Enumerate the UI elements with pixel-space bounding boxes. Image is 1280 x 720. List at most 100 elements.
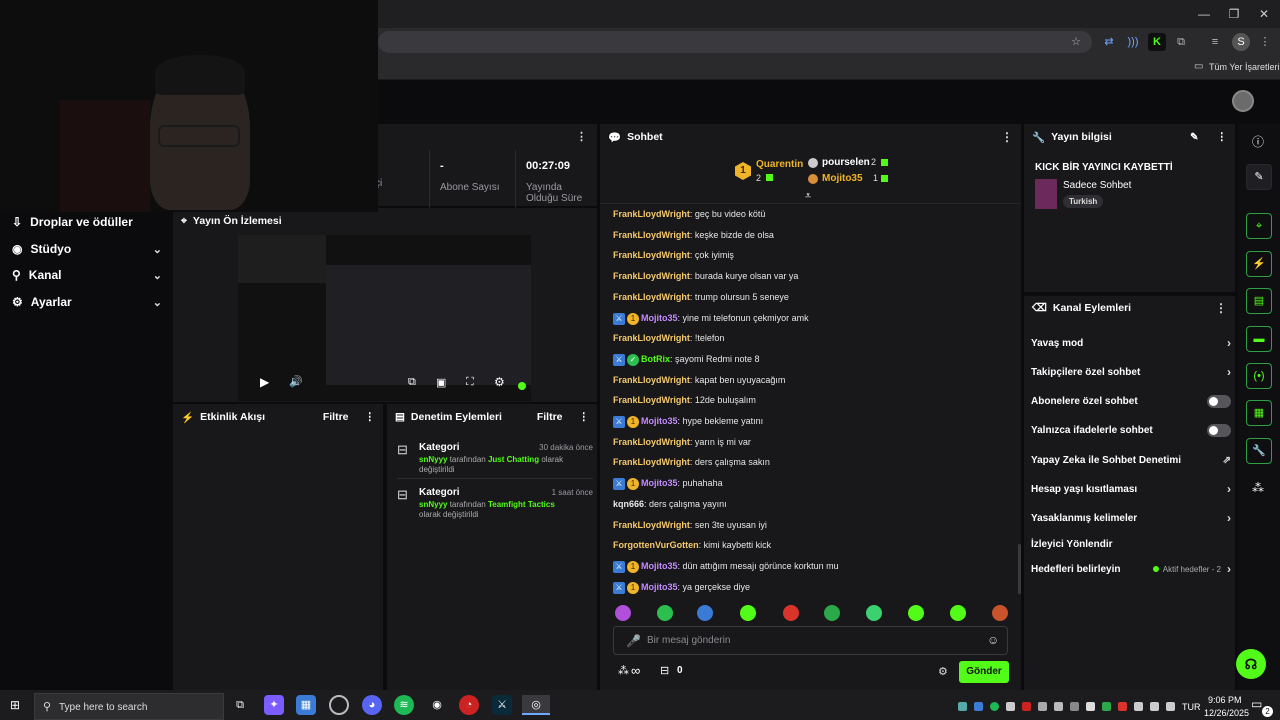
more-icon[interactable]: ⋮ xyxy=(1215,301,1227,315)
edit-rail-button[interactable]: ✎ xyxy=(1246,164,1272,190)
preview-video[interactable]: ▶ 🔊 ⧉ ▣ ⛶ ⚙ xyxy=(238,235,531,401)
raid-row[interactable]: İzleyici Yönlendir xyxy=(1031,535,1231,553)
activity-filter-button[interactable]: Filtre xyxy=(323,411,349,423)
network-icon[interactable] xyxy=(1150,702,1159,711)
event-user[interactable]: snNyyy xyxy=(419,455,447,464)
copilot-icon[interactable]: ✦ xyxy=(264,695,284,715)
chat-username[interactable]: FrankLloydWright xyxy=(613,520,690,530)
steam-icon[interactable] xyxy=(1070,702,1079,711)
tray-icon[interactable] xyxy=(1006,702,1015,711)
chat-username[interactable]: FrankLloydWright xyxy=(613,437,690,447)
send-button[interactable]: Gönder xyxy=(959,661,1009,683)
emote-icon[interactable] xyxy=(824,605,840,621)
emote-icon[interactable] xyxy=(740,605,756,621)
clip-icon[interactable]: ▣ xyxy=(436,376,446,389)
account-age-row[interactable]: Hesap yaşı kısıtlaması › xyxy=(1031,480,1231,498)
profile-avatar[interactable]: S xyxy=(1232,33,1250,51)
fullscreen-icon[interactable]: ⛶ xyxy=(466,376,474,389)
stream-category[interactable]: Sadece Sohbet xyxy=(1063,180,1131,191)
info-icon[interactable]: ⓘ xyxy=(1252,133,1264,150)
tray-icon[interactable] xyxy=(958,702,967,711)
translate-icon[interactable]: ⇄ xyxy=(1100,33,1118,51)
emotes-only-toggle[interactable] xyxy=(1207,423,1231,437)
chat-username[interactable]: BotRix xyxy=(641,354,670,364)
focus-rail-button[interactable]: ⌖ xyxy=(1246,213,1272,239)
nav-item-studio[interactable]: ◉ Stüdyo ⌄ xyxy=(12,239,162,259)
event-category[interactable]: Teamfight Tactics xyxy=(488,500,555,509)
spotify-icon[interactable]: ≋ xyxy=(394,695,414,715)
more-icon[interactable]: ⋮ xyxy=(365,411,376,423)
language-indicator[interactable]: TUR xyxy=(1182,702,1201,712)
emote-icon[interactable] xyxy=(950,605,966,621)
pip-icon[interactable]: ⧉ xyxy=(408,376,416,389)
more-icon[interactable]: ⋮ xyxy=(1217,131,1228,143)
category-thumbnail[interactable] xyxy=(1035,179,1057,209)
tray-icon[interactable] xyxy=(1054,702,1063,711)
help-chat-button[interactable]: ☊ xyxy=(1236,649,1266,679)
chat-username[interactable]: FrankLloydWright xyxy=(613,375,690,385)
emote-icon[interactable] xyxy=(866,605,882,621)
clock-time[interactable]: 9:06 PM xyxy=(1208,695,1242,705)
app-icon[interactable] xyxy=(329,695,349,715)
chat-username[interactable]: Mojito35 xyxy=(641,478,678,488)
taskbar-search[interactable]: ⚲ Type here to search xyxy=(34,693,224,720)
more-icon[interactable]: ⋮ xyxy=(576,130,587,143)
all-bookmarks-link[interactable]: Tüm Yer İşaretleri xyxy=(1209,62,1280,72)
app-icon[interactable]: ◔ xyxy=(459,695,479,715)
chat-scrollbar[interactable] xyxy=(1018,544,1021,594)
goals-row[interactable]: Hedefleri belirleyin Aktif hedefler - 2 … xyxy=(1031,560,1231,578)
chat-username[interactable]: FrankLloydWright xyxy=(613,395,690,405)
more-icon[interactable]: ⋮ xyxy=(579,411,590,423)
emote-icon[interactable] xyxy=(992,605,1008,621)
expand-leaderboard-icon[interactable]: ⩡ xyxy=(805,190,811,203)
store-app-icon[interactable]: ▦ xyxy=(296,695,316,715)
discord-icon[interactable]: ◕ xyxy=(362,695,382,715)
wrench-rail-button[interactable]: 🔧 xyxy=(1246,438,1272,464)
tray-icon[interactable] xyxy=(1102,702,1111,711)
more-icon[interactable]: ⋮ xyxy=(1001,130,1013,144)
minimize-icon[interactable]: — xyxy=(1196,6,1212,22)
tray-icon[interactable] xyxy=(1038,702,1047,711)
media-icon[interactable]: ≡ xyxy=(1206,33,1224,51)
points-icon[interactable]: ⁂ xyxy=(618,664,629,677)
chat-settings-icon[interactable]: ⚙ xyxy=(938,665,948,678)
volume-tray-icon[interactable] xyxy=(1166,702,1175,711)
chat-rail-button[interactable]: ▬ xyxy=(1246,326,1272,352)
points-rail-icon[interactable]: ⁂ xyxy=(1252,481,1264,495)
menu-icon[interactable]: ⋮ xyxy=(1256,33,1274,51)
emote-icon[interactable] xyxy=(908,605,924,621)
followers-only-row[interactable]: Takipçilere özel sohbet › xyxy=(1031,363,1231,381)
leader-name[interactable]: pourselen xyxy=(822,157,870,168)
store-icon[interactable]: ⊟ xyxy=(660,664,669,677)
mic-tray-icon[interactable] xyxy=(1086,702,1095,711)
emote-icon[interactable] xyxy=(697,605,713,621)
tray-icon[interactable] xyxy=(1022,702,1031,711)
moderation-filter-button[interactable]: Filtre xyxy=(537,411,563,423)
chat-username[interactable]: Mojito35 xyxy=(641,561,678,571)
chrome-icon[interactable]: ◎ xyxy=(522,695,550,715)
extensions-icon[interactable]: ⧉ xyxy=(1172,33,1190,51)
tray-icon[interactable] xyxy=(1134,702,1143,711)
emote-icon[interactable] xyxy=(657,605,673,621)
address-bar[interactable] xyxy=(378,31,1092,53)
kick-extension-icon[interactable]: K xyxy=(1148,33,1166,51)
stream-tag[interactable]: Turkish xyxy=(1063,195,1104,208)
restore-icon[interactable]: ❐ xyxy=(1226,6,1242,22)
chat-input[interactable]: 🎤 Bir mesaj gönderin ☺ xyxy=(613,626,1008,655)
chat-username[interactable]: FrankLloydWright xyxy=(613,209,690,219)
nav-item-settings[interactable]: ⚙ Ayarlar ⌄ xyxy=(12,292,162,312)
audio-icon[interactable]: ))) xyxy=(1124,33,1142,51)
chat-username[interactable]: FrankLloydWright xyxy=(613,333,690,343)
chat-username[interactable]: ForgottenVurGotten xyxy=(613,540,699,550)
chat-username[interactable]: Mojito35 xyxy=(641,582,678,592)
chat-username[interactable]: kqn666 xyxy=(613,499,644,509)
leader-name[interactable]: Quarentin xyxy=(756,159,803,170)
chat-username[interactable]: Mojito35 xyxy=(641,313,678,323)
chat-username[interactable]: FrankLloydWright xyxy=(613,292,690,302)
obs-icon[interactable]: ◉ xyxy=(427,695,447,715)
emoji-icon[interactable]: ☺ xyxy=(987,633,999,647)
microphone-icon[interactable]: 🎤 xyxy=(626,634,641,648)
bolt-rail-button[interactable]: ⚡ xyxy=(1246,251,1272,277)
store-rail-button[interactable]: ▦ xyxy=(1246,400,1272,426)
user-avatar[interactable] xyxy=(1232,90,1254,112)
